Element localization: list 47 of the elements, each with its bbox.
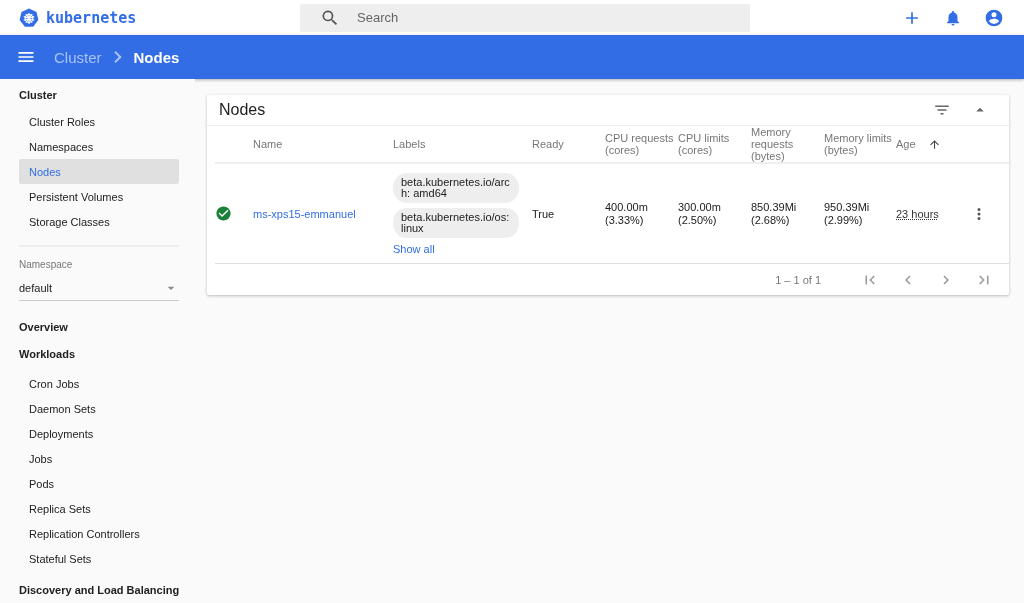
column-header[interactable]: Labels xyxy=(393,138,430,150)
column-header[interactable]: CPU limits (cores) xyxy=(678,132,751,156)
bell-icon[interactable] xyxy=(944,8,962,27)
sidebar-item[interactable]: Nodes xyxy=(19,159,179,184)
breadcrumb: Nodes xyxy=(133,48,180,66)
column-header[interactable]: Memory requests (bytes) xyxy=(751,126,824,162)
label-chip: beta.kubernetes.io/os: linux xyxy=(393,207,519,238)
column-header[interactable]: Age xyxy=(896,138,920,150)
column-header[interactable]: Ready xyxy=(532,138,568,150)
kubernetes-logo-icon[interactable] xyxy=(18,6,40,29)
sidebar-item[interactable]: Cluster Roles xyxy=(19,109,179,134)
sidebar-item[interactable]: Pods xyxy=(19,471,179,496)
sidebar-section-title[interactable]: Workloads xyxy=(19,346,179,362)
account-icon[interactable] xyxy=(984,7,1004,28)
column-header[interactable]: CPU requests (cores) xyxy=(605,132,678,156)
sidebar-item[interactable]: Stateful Sets xyxy=(19,546,179,571)
sidebar-item[interactable]: Cron Jobs xyxy=(19,371,179,396)
table-cell: 400.00m (3.33%) xyxy=(605,200,648,227)
pagination-range: 1 – 1 of 1 xyxy=(775,273,821,286)
arrow-up-icon[interactable] xyxy=(927,137,941,151)
table-cell: 950.39Mi (2.99%) xyxy=(824,200,870,227)
sidebar-section-title[interactable]: Cluster xyxy=(19,87,179,103)
label-chip: beta.kubernetes.io/arch: amd64 xyxy=(393,172,519,203)
chevron-right-icon xyxy=(113,51,122,63)
sidebar-item[interactable]: Jobs xyxy=(19,446,179,471)
table-cell: 300.00m (2.50%) xyxy=(678,200,721,227)
show-all-link[interactable]: Show all xyxy=(393,242,435,255)
column-header[interactable]: Name xyxy=(253,138,287,150)
sidebar-item[interactable]: Namespaces xyxy=(19,134,179,159)
age-cell: 23 hours xyxy=(896,207,939,220)
sidebar-section-title[interactable]: Discovery and Load Balancing xyxy=(19,582,179,598)
sidebar-section-title[interactable]: Overview xyxy=(19,319,179,335)
brand-name[interactable]: kubernetes xyxy=(46,8,137,27)
namespace-label: Namespace xyxy=(19,259,74,270)
sidebar-item[interactable]: Persistent Volumes xyxy=(19,184,179,209)
sidebar-item[interactable]: Storage Classes xyxy=(19,209,179,234)
search-field[interactable]: Search xyxy=(300,3,750,32)
namespace-select[interactable]: default xyxy=(19,280,179,301)
sidebar-item[interactable]: Replication Controllers xyxy=(19,521,179,546)
table-cell: 850.39Mi (2.68%) xyxy=(751,200,797,227)
node-name-link[interactable]: ms-xps15-emmanuel xyxy=(253,207,356,220)
column-header[interactable]: Memory limits (bytes) xyxy=(824,132,896,156)
sidebar-item[interactable]: Replica Sets xyxy=(19,496,179,521)
card-title: Nodes xyxy=(219,101,267,119)
table-cell: True xyxy=(532,207,555,220)
sidebar-item[interactable]: Deployments xyxy=(19,421,179,446)
sidebar-item[interactable]: Daemon Sets xyxy=(19,396,179,421)
